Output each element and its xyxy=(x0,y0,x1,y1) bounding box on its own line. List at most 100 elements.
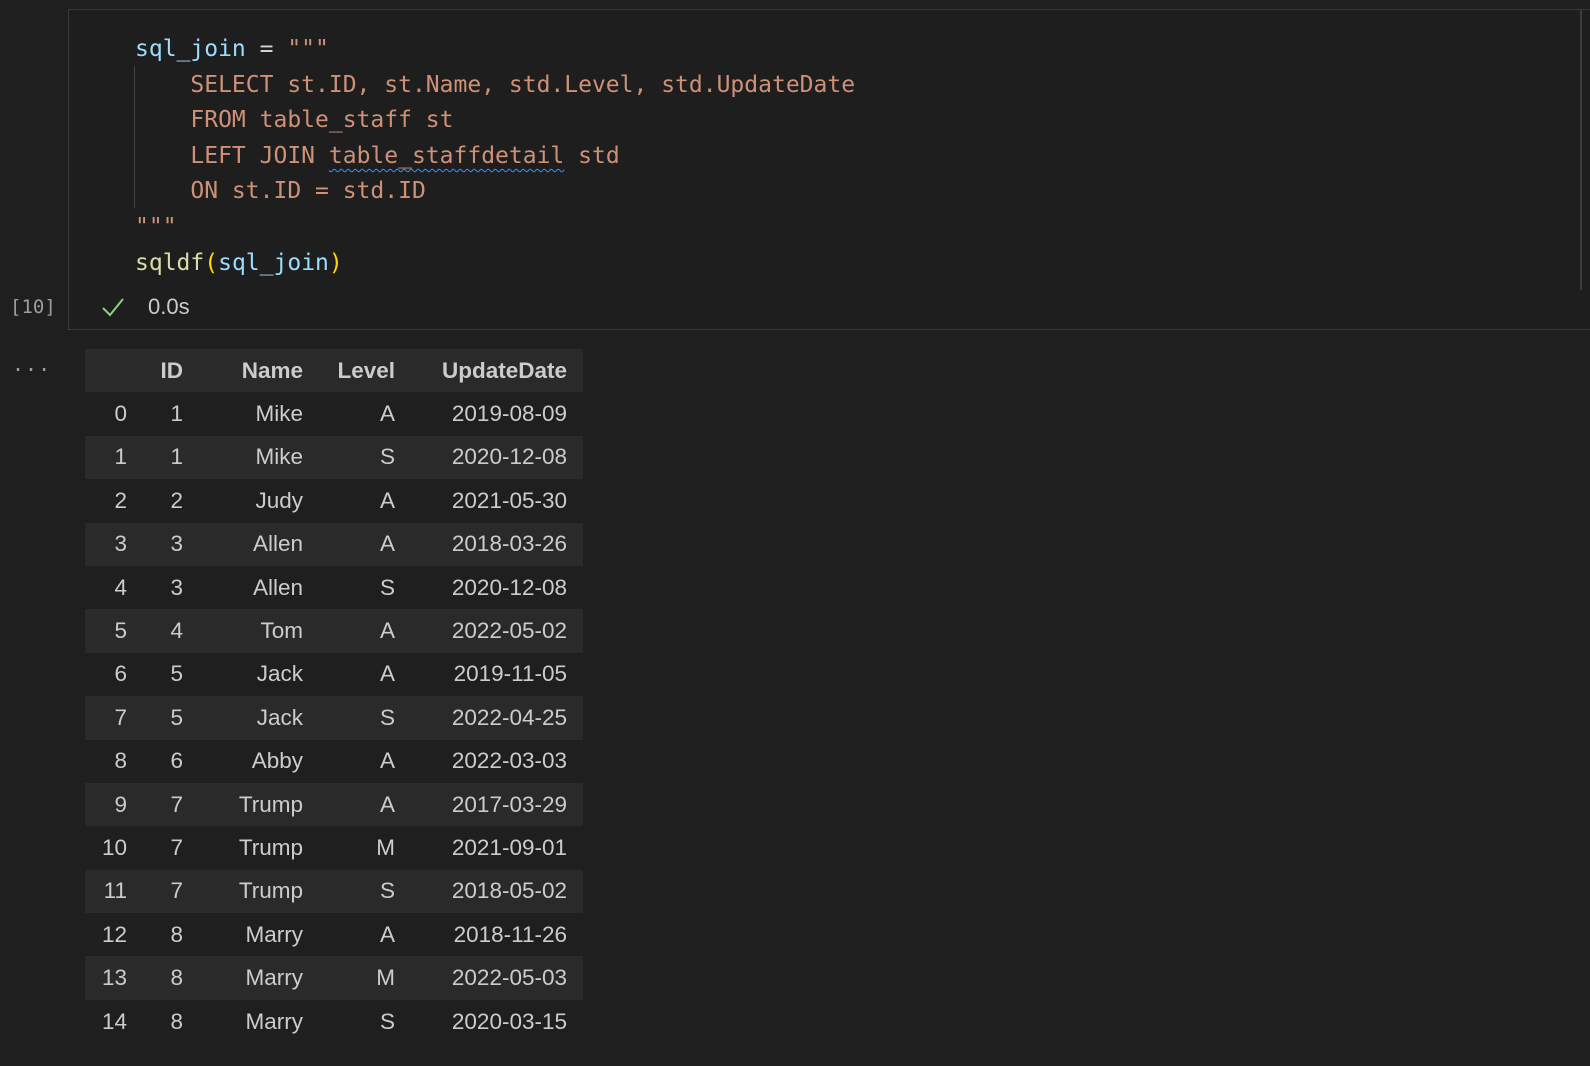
cell-index: 4 xyxy=(114,574,127,600)
cell-index: 11 xyxy=(103,878,127,904)
cell-name: Abby xyxy=(251,748,303,774)
cell-updatedate: 2018-05-02 xyxy=(451,878,567,904)
cell-updatedate: 2022-05-02 xyxy=(451,618,567,644)
execution-count: [10] xyxy=(10,296,56,318)
cell-name: Marry xyxy=(245,1008,304,1034)
cell-updatedate: 2021-05-30 xyxy=(451,487,567,513)
cell-id: 7 xyxy=(170,834,183,860)
cell-level: A xyxy=(379,921,395,947)
table-row: 12 8 Marry A 2018-11-26 xyxy=(85,913,583,956)
cell-level: A xyxy=(379,531,395,557)
cell-updatedate: 2022-03-03 xyxy=(451,748,567,774)
code-call-arg: sql_join xyxy=(218,249,329,276)
cell-level: A xyxy=(379,487,395,513)
table-row: 8 6 Abby A 2022-03-03 xyxy=(85,740,583,783)
code-paren-close: ) xyxy=(328,249,343,276)
table-row: 4 3 Allen S 2020-12-08 xyxy=(85,566,583,609)
cell-name: Tom xyxy=(260,618,303,644)
table-row: 10 7 Trump M 2021-09-01 xyxy=(85,826,583,869)
cell-level: A xyxy=(379,618,395,644)
cell-updatedate: 2019-08-09 xyxy=(451,401,567,427)
table-body: 0 1 Mike A 2019-08-09 1 1 Mike S 2020-12-08 2 2 Judy… xyxy=(85,392,583,1043)
sql-line: LEFT JOIN xyxy=(190,142,329,169)
cell-id: 2 xyxy=(170,487,183,513)
cell-updatedate: 2020-03-15 xyxy=(451,1008,567,1034)
cell-id: 8 xyxy=(170,1008,183,1034)
code-paren-open: ( xyxy=(204,249,219,276)
editor-scrollbar[interactable] xyxy=(1580,10,1582,290)
cell-index: 12 xyxy=(101,921,127,947)
cell-updatedate: 2020-12-08 xyxy=(451,574,567,600)
table-row: 6 5 Jack A 2019-11-05 xyxy=(85,653,583,696)
cell-name: Trump xyxy=(238,878,303,904)
table-row: 14 8 Marry S 2020-03-15 xyxy=(85,1000,583,1043)
cell-level: A xyxy=(379,401,395,427)
indent-guide xyxy=(134,66,135,208)
column-header-id: ID xyxy=(143,349,199,393)
cell-index: 7 xyxy=(114,704,127,730)
cell-name: Trump xyxy=(238,834,303,860)
execution-duration: 0.0s xyxy=(148,294,190,319)
cell-level: M xyxy=(376,965,395,991)
table-row: 13 8 Marry M 2022-05-03 xyxy=(85,956,583,1000)
cell-id: 3 xyxy=(170,574,183,600)
cell-name: Allen xyxy=(252,574,303,600)
cell-updatedate: 2021-09-01 xyxy=(451,834,567,860)
cell-index: 2 xyxy=(114,487,127,513)
cell-updatedate: 2019-11-05 xyxy=(453,661,567,687)
cell-updatedate: 2022-04-25 xyxy=(451,704,567,730)
cell-index: 0 xyxy=(114,401,127,427)
cell-id: 3 xyxy=(170,531,183,557)
cell-id: 4 xyxy=(170,618,183,644)
cell-level: M xyxy=(376,834,395,860)
code-text: sql_join = """ SELECT st.ID, st.Name, st… xyxy=(135,32,855,281)
table-header-row: ID Name Level UpdateDate xyxy=(85,349,583,393)
cell-id: 6 xyxy=(170,748,183,774)
cell-index: 10 xyxy=(101,834,127,860)
table-row: 3 3 Allen A 2018-03-26 xyxy=(85,522,583,566)
output-more-button[interactable]: ... xyxy=(12,352,51,376)
code-function-call: sqldf xyxy=(135,249,205,276)
cell-level: S xyxy=(379,878,395,904)
cell-level: A xyxy=(379,791,395,817)
code-cell-editor[interactable]: sql_join = """ SELECT st.ID, st.Name, st… xyxy=(68,9,1590,330)
cell-index: 9 xyxy=(114,791,127,817)
code-assign: = xyxy=(245,36,288,62)
cell-level: S xyxy=(379,1008,395,1034)
cell-index: 3 xyxy=(114,531,127,557)
cell-level: S xyxy=(379,444,395,470)
cell-name: Mike xyxy=(255,444,303,470)
table-row: 2 2 Judy A 2021-05-30 xyxy=(85,479,583,522)
cell-name: Jack xyxy=(256,661,303,687)
cell-updatedate: 2020-12-08 xyxy=(451,444,567,470)
cell-name: Mike xyxy=(255,401,303,427)
cell-index: 6 xyxy=(114,661,127,687)
cell-name: Marry xyxy=(245,921,304,947)
column-header-index xyxy=(85,349,143,393)
cell-index: 8 xyxy=(114,748,127,774)
cell-id: 8 xyxy=(170,921,183,947)
cell-index: 14 xyxy=(101,1008,127,1034)
table-row: 9 7 Trump A 2017-03-29 xyxy=(85,782,583,827)
sql-line: ON st.ID = std.ID xyxy=(190,178,426,205)
table-row: 1 1 Mike S 2020-12-08 xyxy=(85,435,583,480)
cell-id: 7 xyxy=(170,878,183,904)
cell-name: Trump xyxy=(238,791,303,817)
cell-name: Jack xyxy=(256,704,303,730)
cell-name: Marry xyxy=(245,965,304,991)
cell-updatedate: 2018-03-26 xyxy=(451,531,567,557)
code-var-name: sql_join xyxy=(135,36,246,62)
sql-line: SELECT st.ID, st.Name, std.Level, std.Up… xyxy=(190,71,856,98)
spelling-warning-word[interactable]: table_staffdetail xyxy=(329,143,564,169)
cell-level: A xyxy=(379,661,395,687)
cell-name: Judy xyxy=(255,487,303,513)
cell-id: 1 xyxy=(170,401,183,427)
cell-name: Allen xyxy=(252,531,303,557)
cell-level: A xyxy=(379,748,395,774)
sql-line-suffix: std xyxy=(564,142,620,169)
sql-line: FROM table_staff st xyxy=(190,107,454,134)
cell-index: 1 xyxy=(114,444,127,470)
cell-id: 1 xyxy=(170,444,183,470)
table-row: 11 7 Trump S 2018-05-02 xyxy=(85,869,583,914)
cell-status: 0.0s xyxy=(100,294,190,320)
